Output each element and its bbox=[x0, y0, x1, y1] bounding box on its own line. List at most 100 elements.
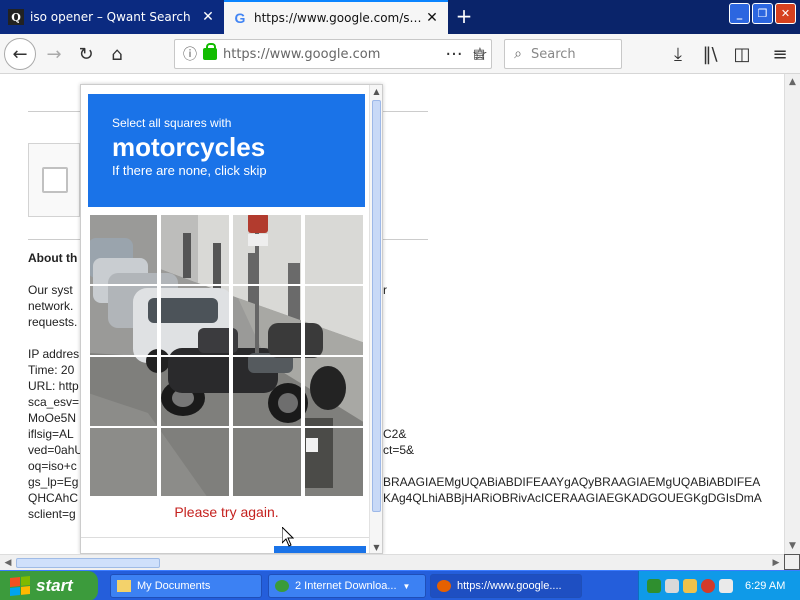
grid-tile[interactable] bbox=[231, 284, 303, 357]
grid-tile[interactable] bbox=[159, 426, 231, 498]
grid-tile[interactable] bbox=[303, 355, 365, 428]
taskbar: start My Documents 2 Internet Downloa...… bbox=[0, 570, 800, 600]
grid-tile[interactable] bbox=[159, 355, 231, 428]
grid-tile[interactable] bbox=[231, 426, 303, 498]
volume-icon[interactable] bbox=[665, 579, 679, 593]
info-line: gs_lp=Eg bbox=[28, 475, 79, 489]
info-line: oq=iso+c bbox=[28, 459, 77, 473]
close-tab-icon[interactable]: ✕ bbox=[424, 10, 440, 26]
target-object: motorcycles bbox=[112, 132, 266, 162]
reload-button[interactable]: ↻ bbox=[72, 40, 100, 68]
info-right: ct=5& bbox=[383, 443, 415, 457]
tab-google-search[interactable]: G https://www.google.com/search? ✕ bbox=[224, 0, 448, 34]
library-icon[interactable]: ‖\ bbox=[696, 40, 724, 68]
home-button[interactable]: ⌂ bbox=[103, 40, 131, 68]
page-actions-icon[interactable]: ··· bbox=[440, 40, 468, 68]
grid-tile[interactable] bbox=[231, 213, 303, 286]
info-line: sclient=g bbox=[28, 507, 76, 521]
bookmark-star-icon[interactable]: ☆ bbox=[466, 40, 494, 68]
network-icon[interactable] bbox=[647, 579, 661, 593]
grid-tile[interactable] bbox=[303, 426, 365, 498]
para-line: requests. bbox=[28, 315, 78, 329]
grid-tile[interactable] bbox=[88, 426, 159, 498]
grid-tile[interactable] bbox=[88, 213, 159, 286]
verify-button[interactable] bbox=[274, 546, 366, 553]
para-line: network. bbox=[28, 299, 74, 313]
scroll-up-icon[interactable]: ▲ bbox=[785, 74, 800, 90]
safely-remove-icon[interactable] bbox=[719, 579, 733, 593]
info-line: Time: 20 bbox=[28, 363, 75, 377]
folder-icon bbox=[117, 580, 131, 592]
info-line: MoOe5N bbox=[28, 411, 77, 425]
start-button[interactable]: start bbox=[0, 571, 98, 600]
info-line: iflsig=AL bbox=[28, 427, 74, 441]
grid-tile[interactable] bbox=[88, 284, 159, 357]
para-right: r bbox=[383, 283, 387, 297]
url-text[interactable]: https://www.google.com bbox=[223, 47, 467, 62]
search-icon: ⌕ bbox=[514, 46, 522, 62]
security-icon[interactable] bbox=[683, 579, 697, 593]
search-input[interactable]: ⌕ Search bbox=[504, 39, 622, 69]
scroll-up-icon[interactable]: ▲ bbox=[370, 85, 382, 99]
scroll-thumb[interactable] bbox=[16, 558, 160, 568]
firefox-icon bbox=[437, 580, 451, 592]
site-info-icon[interactable]: ⓘ bbox=[179, 44, 201, 64]
task-label: 2 Internet Downloa... bbox=[295, 580, 397, 592]
scroll-down-icon[interactable]: ▼ bbox=[370, 541, 382, 553]
scroll-right-icon[interactable]: ▶ bbox=[768, 555, 784, 571]
info-line: QHCAhC bbox=[28, 491, 79, 505]
skip-instruction: If there are none, click skip bbox=[112, 163, 267, 178]
scroll-left-icon[interactable]: ◀ bbox=[0, 555, 16, 571]
lock-icon bbox=[203, 43, 217, 60]
qwant-favicon-icon: Q bbox=[8, 9, 24, 25]
info-right: KAg4QLhiABBjHARiOBRivAcICERAAGIAEGKADGOU… bbox=[383, 491, 762, 505]
minimize-icon[interactable]: _ bbox=[729, 3, 750, 24]
grid-tile[interactable] bbox=[303, 213, 365, 286]
clock: 6:29 AM bbox=[745, 580, 786, 592]
error-message: Please try again. bbox=[174, 504, 279, 520]
scroll-down-icon[interactable]: ▼ bbox=[785, 538, 800, 554]
back-button[interactable]: ← bbox=[4, 38, 36, 70]
footer-divider bbox=[81, 537, 371, 538]
grid-tile[interactable] bbox=[88, 355, 159, 428]
page-vertical-scrollbar[interactable]: ▲ ▼ bbox=[784, 74, 800, 554]
task-internet-downloads[interactable]: 2 Internet Downloa... ▼ bbox=[268, 574, 426, 598]
restore-icon[interactable]: ❐ bbox=[752, 3, 773, 24]
grid-tile[interactable] bbox=[231, 355, 303, 428]
downloads-icon[interactable]: ⤓ bbox=[664, 40, 692, 68]
task-label: https://www.google.... bbox=[457, 580, 562, 592]
instruction-text: Select all squares with bbox=[112, 116, 232, 130]
scroll-thumb[interactable] bbox=[372, 100, 381, 512]
challenge-header: Select all squares with motorcycles If t… bbox=[88, 94, 365, 207]
google-favicon-icon: G bbox=[234, 10, 246, 26]
grid-tile[interactable] bbox=[159, 284, 231, 357]
grid-tile[interactable] bbox=[303, 284, 365, 357]
grid-tile[interactable] bbox=[159, 213, 231, 286]
shield-icon[interactable] bbox=[701, 579, 715, 593]
task-firefox[interactable]: https://www.google.... bbox=[430, 574, 582, 598]
start-label: start bbox=[36, 576, 73, 595]
tab-bar: Q iso opener – Qwant Search ✕ G https://… bbox=[0, 0, 800, 34]
menu-icon[interactable]: ≡ bbox=[766, 40, 794, 68]
search-placeholder: Search bbox=[531, 46, 576, 62]
info-right: C2& bbox=[383, 427, 407, 441]
recaptcha-checkbox[interactable] bbox=[42, 167, 68, 193]
close-window-icon[interactable]: ✕ bbox=[775, 3, 796, 24]
group-arrow-icon: ▼ bbox=[402, 581, 411, 591]
sidebar-icon[interactable]: ◫ bbox=[728, 40, 756, 68]
ie-icon bbox=[275, 580, 289, 592]
system-tray: 6:29 AM bbox=[638, 571, 800, 600]
scrollbar-corner bbox=[784, 554, 800, 570]
forward-button[interactable]: → bbox=[40, 40, 68, 68]
task-my-documents[interactable]: My Documents bbox=[110, 574, 262, 598]
windows-logo-icon bbox=[10, 575, 30, 597]
close-tab-icon[interactable]: ✕ bbox=[200, 9, 216, 25]
mouse-cursor-icon bbox=[282, 527, 294, 547]
info-line: URL: http bbox=[28, 379, 79, 393]
tab-qwant-search[interactable]: Q iso opener – Qwant Search ✕ bbox=[0, 0, 224, 34]
window-controls: _ ❐ ✕ bbox=[729, 3, 796, 24]
page-horizontal-scrollbar[interactable]: ◀ ▶ bbox=[0, 554, 784, 570]
info-right: BRAAGIAEMgUQABiABDIFEAAYgAQyBRAAGIAEMgUQ… bbox=[383, 475, 761, 489]
new-tab-button[interactable]: + bbox=[452, 5, 476, 29]
popup-scrollbar[interactable]: ▲ ▼ bbox=[369, 85, 382, 553]
